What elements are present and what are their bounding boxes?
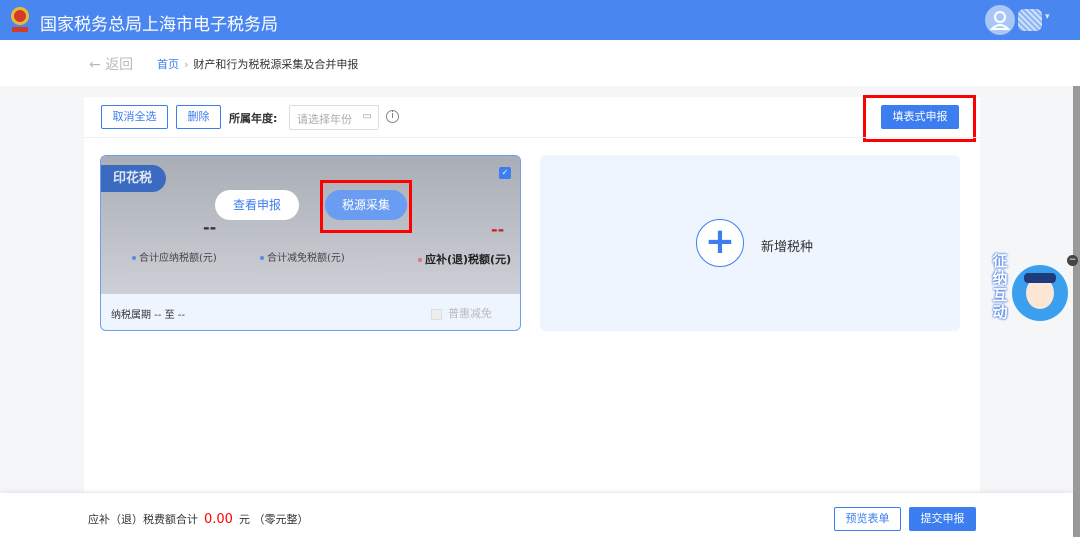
site-title: 国家税务总局上海市电子税务局 [40,15,278,35]
highlight-box [863,95,976,142]
breadcrumb: 首页 › 财产和行为税税源采集及合并申报 [157,58,359,71]
payable-label: 合计应纳税额(元) [132,249,217,264]
delete-button[interactable]: 删除 [176,105,221,129]
add-tax-card[interactable]: + 新增税种 [540,155,960,331]
puhui-checkbox[interactable]: 普惠减免 [431,305,492,321]
refund-label: 应补(退)税额(元) [418,251,511,267]
total-summary: 应补（退）税费额合计 0.00 元 （零元整） [88,512,309,527]
divider [84,137,980,138]
breadcrumb-home[interactable]: 首页 [157,58,179,71]
back-button[interactable]: ← 返回 [89,54,133,74]
year-picker[interactable]: 请选择年份 ▭ [289,105,379,130]
info-icon[interactable]: i [386,110,399,123]
user-avatar[interactable] [985,5,1015,35]
user-name-blurred[interactable] [1018,9,1042,31]
calendar-icon: ▭ [362,111,372,122]
breadcrumb-current: 财产和行为税税源采集及合并申报 [193,58,359,71]
refund-value: -- [491,220,505,239]
footer-bar: 应补（退）税费额合计 0.00 元 （零元整） 预览表单 提交申报 [0,493,1073,537]
add-tax-label: 新增税种 [761,240,814,255]
tax-card-stamp: 印花税 ✓ 查看申报 税源采集 -- -- 合计应纳税额(元) 合计减免税额(元… [100,155,521,331]
total-amount: 0.00 [204,512,233,527]
submit-declaration-button[interactable]: 提交申报 [909,507,976,531]
tax-name-tag: 印花税 [101,165,166,192]
tax-emblem-logo [11,7,29,32]
relief-label: 合计减免税额(元) [260,249,345,264]
view-declaration-button[interactable]: 查看申报 [215,190,299,220]
payable-value: -- [203,218,217,237]
scrollbar[interactable] [1073,86,1080,537]
preview-form-button[interactable]: 预览表单 [834,507,901,531]
top-header: 国家税务总局上海市电子税务局 ▾ [0,0,1080,40]
year-label: 所属年度: [229,112,278,125]
chevron-down-icon[interactable]: ▾ [1045,12,1050,22]
deselect-all-button[interactable]: 取消全选 [101,105,168,129]
plus-icon[interactable]: + [696,219,744,267]
tax-period: 纳税属期 -- 至 -- [111,310,185,321]
mascot-label[interactable]: 征纳互动 [991,253,1009,321]
collapse-icon[interactable]: − [1067,255,1078,266]
highlight-box [320,180,412,233]
card-checkbox[interactable]: ✓ [499,167,511,179]
